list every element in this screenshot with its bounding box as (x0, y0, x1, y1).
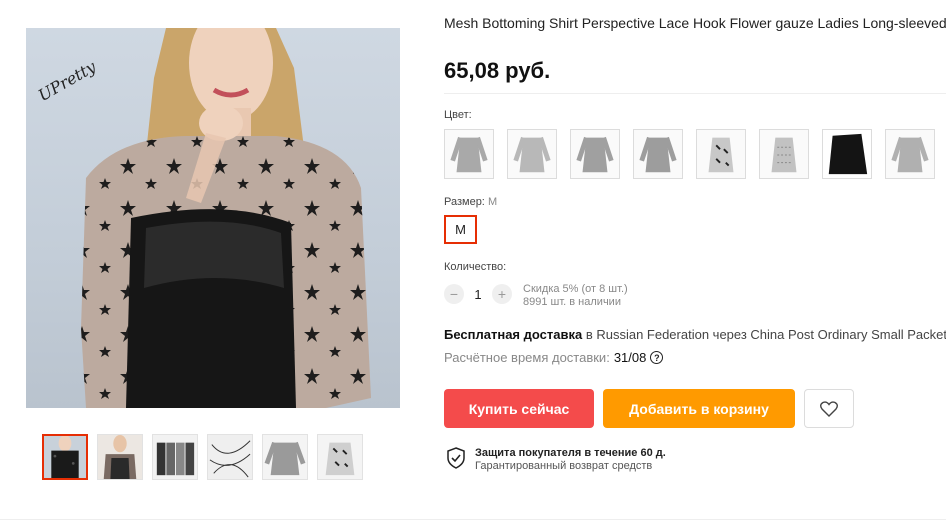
color-option-6[interactable] (759, 129, 809, 179)
size-label: Размер: M (444, 196, 497, 208)
quantity-stepper: − 1 + (444, 284, 512, 304)
color-option-8[interactable] (885, 129, 935, 179)
divider (444, 93, 946, 94)
product-price: 65,08 руб. (444, 58, 551, 83)
thumbnail-3[interactable] (152, 434, 198, 480)
free-shipping-text: Бесплатная доставка (444, 327, 583, 342)
quantity-increase-button[interactable]: + (492, 284, 512, 304)
color-option-5[interactable] (696, 129, 746, 179)
quantity-decrease-button[interactable]: − (444, 284, 464, 304)
size-selected-value: M (487, 196, 498, 208)
bulk-discount-text: Скидка 5% (от 8 шт.) (523, 283, 628, 295)
buy-now-button[interactable]: Купить сейчас (444, 389, 594, 428)
main-product-image[interactable]: UPretty (26, 28, 400, 408)
delivery-time: Расчётное время доставки: 31/08 ? (444, 350, 664, 365)
watermark: UPretty (35, 57, 100, 106)
color-label: Цвет: (444, 109, 472, 121)
delivery-time-label: Расчётное время доставки: (444, 350, 610, 365)
shipping-info: Бесплатная доставка в Russian Federation… (444, 327, 946, 342)
help-icon[interactable]: ? (650, 351, 664, 364)
color-option-4[interactable] (633, 129, 683, 179)
color-option-7[interactable] (822, 129, 872, 179)
quantity-value[interactable]: 1 (464, 287, 492, 302)
color-options (444, 129, 935, 179)
wishlist-button[interactable] (804, 389, 854, 428)
thumbnail-4[interactable] (207, 434, 253, 480)
color-option-2[interactable] (507, 129, 557, 179)
size-label-text: Размер: (444, 196, 485, 208)
shipping-details[interactable]: в Russian Federation через China Post Or… (582, 327, 946, 342)
add-to-cart-button[interactable]: Добавить в корзину (603, 389, 795, 428)
product-title: Mesh Bottoming Shirt Perspective Lace Ho… (444, 15, 946, 31)
protection-subtitle: Гарантированный возврат средств (475, 460, 653, 472)
color-option-1[interactable] (444, 129, 494, 179)
thumbnail-2[interactable] (97, 434, 143, 480)
size-option-m[interactable]: M (444, 215, 477, 244)
color-option-3[interactable] (570, 129, 620, 179)
protection-title: Защита покупателя в течение 60 д. (475, 447, 666, 459)
buyer-protection: Защита покупателя в течение 60 д. Гарант… (446, 447, 666, 473)
heart-icon (820, 400, 838, 417)
stock-count-text: 8991 шт. в наличии (523, 296, 621, 308)
shield-check-icon (447, 447, 465, 469)
quantity-label: Количество: (444, 261, 507, 273)
stock-info: Скидка 5% (от 8 шт.) 8991 шт. в наличии (523, 283, 628, 309)
thumbnail-1[interactable] (42, 434, 88, 480)
thumbnail-strip (42, 434, 363, 480)
thumbnail-6[interactable] (317, 434, 363, 480)
thumbnail-5[interactable] (262, 434, 308, 480)
divider (0, 519, 946, 520)
delivery-date: 31/08 (613, 350, 647, 365)
